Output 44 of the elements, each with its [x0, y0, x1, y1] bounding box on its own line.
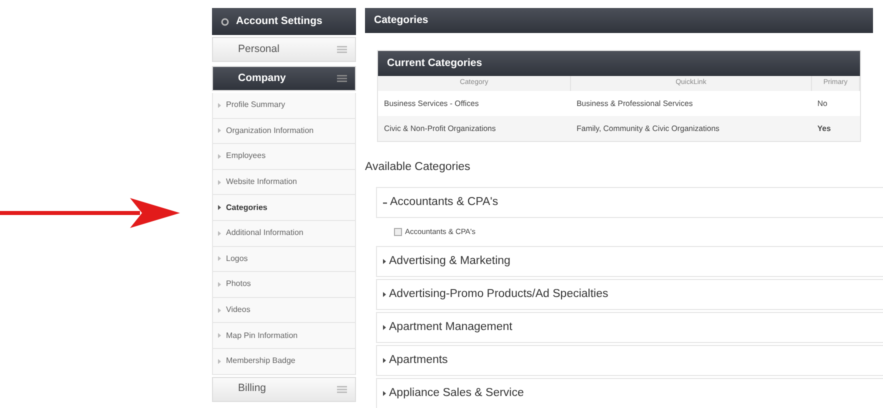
sidebar-group[interactable]: Company [212, 66, 356, 91]
expand-icon [383, 325, 386, 330]
sidebar-link[interactable]: Categories [212, 195, 356, 221]
expand-icon [383, 292, 386, 298]
chevron-icon [218, 308, 221, 313]
menu-icon [337, 386, 347, 393]
menu-icon [337, 46, 347, 53]
sidebar-link[interactable]: Map Pin Information [212, 323, 356, 349]
expand-icon [383, 391, 386, 396]
category-toggle[interactable]: Apartment Management [376, 312, 883, 344]
chevron-icon [218, 333, 221, 338]
chevron-icon [218, 256, 221, 262]
chevron-icon [218, 180, 221, 185]
sidebar-link[interactable]: Profile Summary [212, 93, 356, 119]
chevron-icon [218, 128, 221, 134]
sidebar-title: Account Settings [236, 14, 322, 29]
category-toggle[interactable]: Advertising & Marketing [376, 246, 883, 278]
sidebar-link[interactable]: Employees [212, 144, 356, 170]
chevron-icon [218, 154, 221, 159]
sidebar-link[interactable]: Membership Badge [212, 348, 356, 375]
panel-title: Current Categories [387, 56, 482, 71]
category-toggle[interactable]: Apartments [376, 345, 883, 376]
chevron-icon [218, 282, 221, 287]
chevron-icon [218, 358, 221, 364]
page-title: Categories [374, 12, 428, 28]
expand-icon [383, 259, 386, 264]
chevron-icon [218, 102, 221, 108]
expand-icon [383, 358, 386, 364]
sidebar-link[interactable]: Logos [212, 246, 356, 272]
sidebar-link[interactable]: Videos [212, 298, 356, 324]
sidebar-link[interactable]: Website Information [212, 170, 356, 196]
chevron-icon [218, 230, 221, 236]
category-toggle[interactable]: Appliance Sales & Service [376, 378, 883, 408]
section-title: Available Categories [365, 160, 472, 175]
sidebar-link[interactable]: Additional Information [212, 220, 356, 247]
category-toggle[interactable]: Accountants & CPA's [376, 187, 883, 218]
checkbox[interactable] [394, 228, 402, 236]
sidebar-group[interactable]: Personal [212, 37, 356, 62]
sidebar-group[interactable]: Billing [212, 376, 356, 402]
sidebar-link[interactable]: Organization Information [212, 118, 356, 144]
chevron-icon [218, 205, 221, 210]
sidebar-link[interactable]: Photos [212, 272, 356, 298]
category-toggle[interactable]: Advertising-Promo Products/Ad Specialties [376, 279, 883, 310]
menu-icon [337, 75, 347, 82]
